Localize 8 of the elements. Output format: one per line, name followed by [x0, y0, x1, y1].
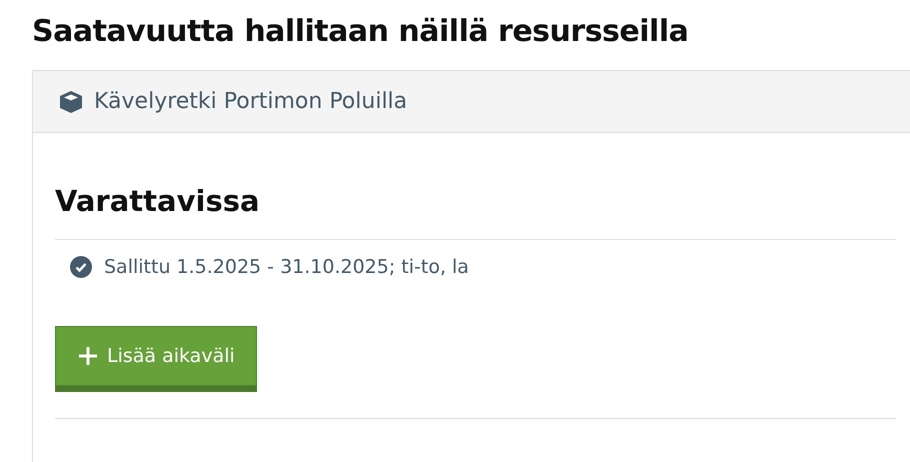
page-title: Saatavuutta hallitaan näillä resursseilla: [32, 13, 690, 51]
plus-icon: [79, 347, 97, 365]
add-interval-button[interactable]: Lisää aikaväli: [55, 326, 257, 392]
check-circle-icon: [70, 256, 92, 278]
section-heading: Varattavissa: [55, 181, 896, 240]
resource-name: Kävelyretki Portimon Poluilla: [94, 89, 408, 114]
box-icon: [58, 90, 84, 114]
rule-text: Sallittu 1.5.2025 - 31.10.2025; ti-to, la: [104, 256, 469, 278]
